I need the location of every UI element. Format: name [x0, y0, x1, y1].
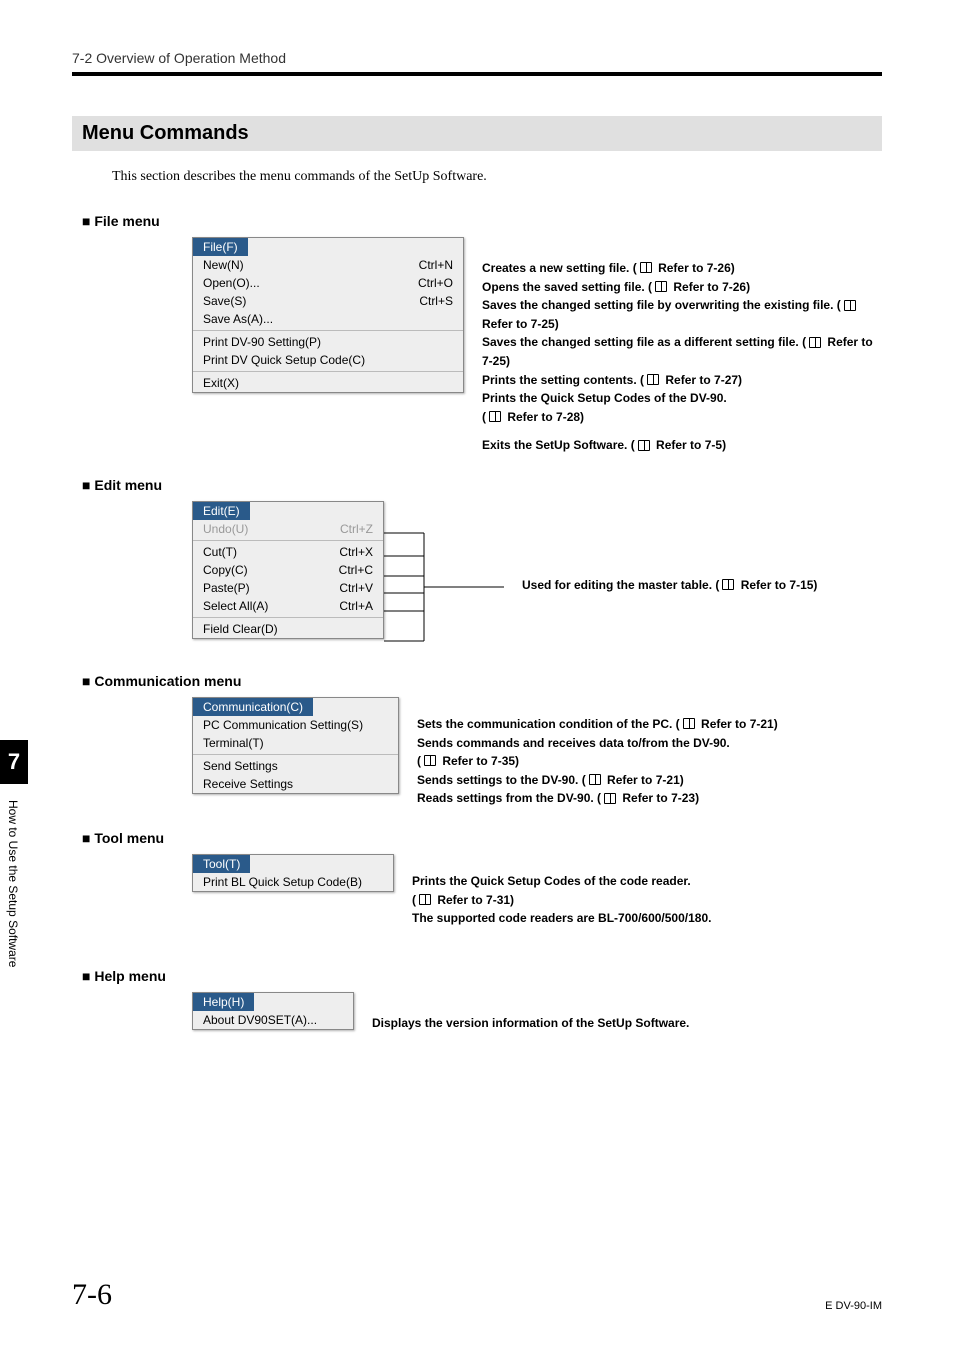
file-exit-desc: Exits the SetUp Software. ( Refer to 7-5…: [482, 436, 882, 455]
reference-icon: [809, 337, 821, 348]
file-menu-title[interactable]: File(F): [193, 238, 248, 256]
header-rule: [72, 72, 882, 76]
file-print-setting-desc: Prints the setting contents. ( Refer to …: [482, 371, 882, 390]
file-new[interactable]: New(N) Ctrl+N: [193, 256, 463, 274]
section-title: Menu Commands: [72, 116, 882, 151]
reference-icon: [683, 718, 695, 729]
chapter-tab: 7: [0, 740, 28, 784]
reference-icon: [604, 793, 616, 804]
chapter-label: How to Use the Setup Software: [6, 800, 20, 967]
edit-menu-title[interactable]: Edit(E): [193, 502, 250, 520]
comm-terminal[interactable]: Terminal(T): [193, 734, 398, 752]
edit-paste-label: Paste(P): [203, 581, 250, 595]
edit-field-clear[interactable]: Field Clear(D): [193, 620, 383, 638]
reference-icon: [844, 300, 856, 311]
communication-menu-title[interactable]: Communication(C): [193, 698, 313, 716]
file-open-label: Open(O)...: [203, 276, 260, 290]
document-id: E DV-90-IM: [825, 1300, 882, 1312]
reference-icon: [640, 262, 652, 273]
help-menu-heading: Help menu: [82, 968, 882, 984]
tool-print-bl[interactable]: Print BL Quick Setup Code(B): [193, 873, 393, 891]
page-number: 7-6: [72, 1278, 112, 1312]
file-save-shortcut: Ctrl+S: [419, 294, 453, 308]
edit-cut[interactable]: Cut(T) Ctrl+X: [193, 543, 383, 561]
edit-select-all-shortcut: Ctrl+A: [339, 599, 373, 613]
file-save-label: Save(S): [203, 294, 246, 308]
file-open[interactable]: Open(O)... Ctrl+O: [193, 274, 463, 292]
file-new-desc: Creates a new setting file. ( Refer to 7…: [482, 259, 882, 278]
edit-menu-panel: Edit(E) Undo(U) Ctrl+Z Cut(T) Ctrl+X Copy(…: [192, 501, 384, 639]
tool-print-bl-label: Print BL Quick Setup Code(B): [203, 875, 362, 889]
file-print-setting-label: Print DV-90 Setting(P): [203, 335, 321, 349]
file-print-quick[interactable]: Print DV Quick Setup Code(C): [193, 351, 463, 369]
edit-field-clear-label: Field Clear(D): [203, 622, 278, 636]
file-print-quick-desc: Prints the Quick Setup Codes of the DV-9…: [482, 389, 882, 426]
reference-icon: [424, 755, 436, 766]
reference-icon: [655, 281, 667, 292]
tool-menu-heading: Tool menu: [82, 830, 882, 846]
comm-receive[interactable]: Receive Settings: [193, 775, 398, 793]
file-print-setting[interactable]: Print DV-90 Setting(P): [193, 333, 463, 351]
file-exit[interactable]: Exit(X): [193, 374, 463, 392]
comm-send-desc: Sends settings to the DV-90. ( Refer to …: [417, 771, 882, 790]
communication-menu-heading: Communication menu: [82, 673, 882, 689]
reference-icon: [419, 894, 431, 905]
edit-undo: Undo(U) Ctrl+Z: [193, 520, 383, 538]
file-new-label: New(N): [203, 258, 244, 272]
edit-paste-shortcut: Ctrl+V: [339, 581, 373, 595]
file-save-as[interactable]: Save As(A)...: [193, 310, 463, 328]
comm-pc-setting-label: PC Communication Setting(S): [203, 718, 363, 732]
edit-copy-shortcut: Ctrl+C: [339, 563, 373, 577]
leader-lines: [384, 501, 504, 651]
file-menu-heading: File menu: [82, 213, 882, 229]
file-save-as-desc: Saves the changed setting file as a diff…: [482, 333, 882, 370]
help-about-desc: Displays the version information of the …: [372, 1014, 882, 1033]
file-save[interactable]: Save(S) Ctrl+S: [193, 292, 463, 310]
edit-desc: Used for editing the master table. ( Ref…: [522, 576, 882, 595]
edit-menu-heading: Edit menu: [82, 477, 882, 493]
intro-text: This section describes the menu commands…: [112, 169, 882, 185]
comm-terminal-label: Terminal(T): [203, 736, 264, 750]
reference-icon: [647, 374, 659, 385]
edit-cut-label: Cut(T): [203, 545, 237, 559]
edit-copy-label: Copy(C): [203, 563, 248, 577]
tool-menu-panel: Tool(T) Print BL Quick Setup Code(B): [192, 854, 394, 892]
file-save-as-label: Save As(A)...: [203, 312, 273, 326]
comm-receive-desc: Reads settings from the DV-90. ( Refer t…: [417, 789, 882, 808]
file-new-shortcut: Ctrl+N: [419, 258, 453, 272]
edit-cut-shortcut: Ctrl+X: [339, 545, 373, 559]
comm-pc-setting[interactable]: PC Communication Setting(S): [193, 716, 398, 734]
edit-paste[interactable]: Paste(P) Ctrl+V: [193, 579, 383, 597]
file-exit-label: Exit(X): [203, 376, 239, 390]
reference-icon: [489, 411, 501, 422]
help-menu-title[interactable]: Help(H): [193, 993, 254, 1011]
file-menu-panel: File(F) New(N) Ctrl+N Open(O)... Ctrl+O Sa…: [192, 237, 464, 393]
edit-undo-shortcut: Ctrl+Z: [340, 522, 373, 536]
help-about[interactable]: About DV90SET(A)...: [193, 1011, 373, 1029]
comm-send[interactable]: Send Settings: [193, 757, 398, 775]
comm-receive-label: Receive Settings: [203, 777, 293, 791]
edit-copy[interactable]: Copy(C) Ctrl+C: [193, 561, 383, 579]
edit-undo-label: Undo(U): [203, 522, 248, 536]
communication-menu-panel: Communication(C) PC Communication Settin…: [192, 697, 399, 794]
help-menu-panel: Help(H) About DV90SET(A)...: [192, 992, 354, 1030]
tool-print-desc: Prints the Quick Setup Codes of the code…: [412, 872, 882, 909]
reference-icon: [722, 579, 734, 590]
comm-pc-desc: Sets the communication condition of the …: [417, 715, 882, 734]
tool-menu-title[interactable]: Tool(T): [193, 855, 250, 873]
file-print-quick-label: Print DV Quick Setup Code(C): [203, 353, 365, 367]
comm-send-label: Send Settings: [203, 759, 278, 773]
file-open-shortcut: Ctrl+O: [418, 276, 453, 290]
tool-supported-desc: The supported code readers are BL-700/60…: [412, 909, 882, 928]
file-open-desc: Opens the saved setting file. ( Refer to…: [482, 278, 882, 297]
edit-select-all-label: Select All(A): [203, 599, 268, 613]
help-about-label: About DV90SET(A)...: [203, 1013, 317, 1027]
comm-terminal-desc: Sends commands and receives data to/from…: [417, 734, 882, 771]
page-header: 7-2 Overview of Operation Method: [72, 50, 882, 66]
file-save-desc: Saves the changed setting file by overwr…: [482, 296, 882, 333]
reference-icon: [589, 774, 601, 785]
reference-icon: [638, 440, 650, 451]
edit-select-all[interactable]: Select All(A) Ctrl+A: [193, 597, 383, 615]
